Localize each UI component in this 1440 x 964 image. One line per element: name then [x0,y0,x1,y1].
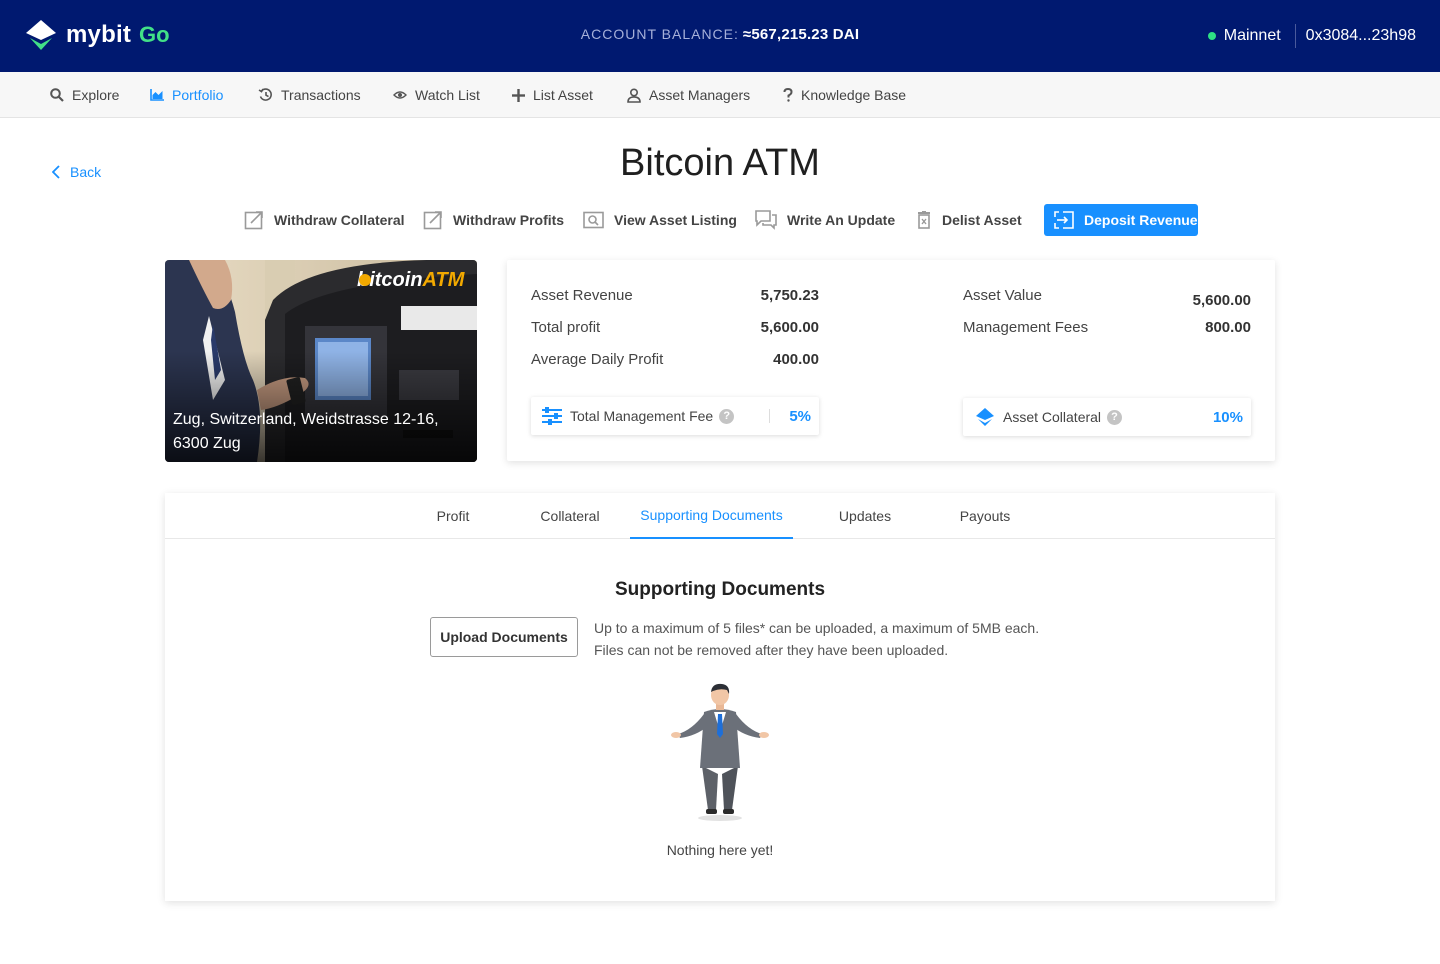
tab-payouts[interactable]: Payouts [947,493,1023,539]
asset-collateral-label: Asset Collateral [1003,409,1102,425]
balance-value: ≈567,215.23 DAI [742,26,860,43]
asset-details-panel: Profit Collateral Supporting Documents U… [165,493,1275,901]
tab-profit[interactable]: Profit [421,493,485,539]
main-nav: Explore Portfolio Transactions Watch Lis… [0,72,1440,118]
tab-updates[interactable]: Updates [825,493,905,539]
nav-item-label: Asset Managers [649,87,751,103]
asset-value-value: 5,600.00 [1192,292,1251,309]
total-profit-value: 5,600.00 [760,319,819,336]
history-icon [258,88,272,101]
average-daily-profit-value: 400.00 [773,351,819,368]
delist-asset-button[interactable]: Delist Asset [916,204,1022,236]
management-fees-value: 800.00 [1205,319,1251,336]
wallet-address[interactable]: 0x3084...23h98 [1306,27,1416,45]
asset-collateral-value: 10% [1212,408,1243,426]
chat-icon [755,210,777,230]
asset-collateral-card: Asset Collateral ? 10% [963,398,1251,436]
total-management-fee-card: Total Management Fee ? 5% [531,397,819,435]
mybit-logo-icon [976,408,994,426]
help-icon[interactable]: ? [719,408,735,424]
user-icon [627,87,641,103]
nav-item-list-asset[interactable]: List Asset [512,72,593,118]
asset-value-label: Asset Value [963,287,1042,304]
question-icon [783,88,793,102]
upload-hint-line: Up to a maximum of 5 files* can be uploa… [594,620,1040,636]
nav-item-transactions[interactable]: Transactions [258,72,361,118]
empty-state-illustration [671,683,769,821]
balance-label: ACCOUNT BALANCE: [580,26,739,42]
tab-supporting-documents[interactable]: Supporting Documents [630,493,793,539]
view-listing-icon [583,211,604,229]
write-update-button[interactable]: Write An Update [755,204,895,236]
withdraw-profits-button[interactable]: Withdraw Profits [423,204,564,236]
nav-item-knowledge-base[interactable]: Knowledge Base [783,72,906,118]
divider [1294,24,1296,48]
nav-item-label: Explore [72,87,120,103]
action-label: View Asset Listing [614,212,737,228]
upload-hint-line: Files can not be removed after they have… [594,642,949,658]
page-title: Bitcoin ATM [620,142,820,184]
asset-photo: bitcoinATM Zug, Switzerland, Weidstrasse… [165,260,477,462]
chart-icon [150,89,164,101]
empty-state-text: Nothing here yet! [666,842,774,858]
nav-item-label: Transactions [281,87,361,103]
nav-item-explore[interactable]: Explore [50,72,119,118]
plus-icon [512,88,525,102]
nav-item-watch-list[interactable]: Watch List [393,72,480,118]
divider [769,409,770,423]
help-icon[interactable]: ? [1107,409,1123,425]
eye-icon [393,91,407,99]
average-daily-profit-label: Average Daily Profit [531,351,664,368]
view-asset-listing-button[interactable]: View Asset Listing [583,204,737,236]
asset-stats-card: Asset Revenue 5,750.23 Total profit 5,60… [507,260,1275,461]
action-label: Withdraw Profits [453,212,565,228]
search-icon [50,88,64,102]
deposit-icon [1054,211,1074,229]
section-title: Supporting Documents [614,579,826,600]
management-fees-label: Management Fees [963,319,1089,336]
nav-item-portfolio[interactable]: Portfolio [150,72,223,118]
network-name: Mainnet [1223,27,1281,44]
withdraw-collateral-button[interactable]: Withdraw Collateral [244,204,405,236]
external-edit-icon [423,211,442,230]
network-status: Mainnet 0x3084...23h98 [1207,24,1416,48]
action-label: Write An Update [787,212,896,228]
asset-location: Zug, Switzerland, Weidstrasse 12-16, 630… [173,411,439,452]
action-label: Withdraw Collateral [274,212,405,228]
asset-revenue-value: 5,750.23 [760,287,819,304]
trash-icon [918,211,930,229]
nav-item-label: List Asset [533,87,593,103]
network-status-icon [1207,32,1216,40]
upload-hint: Up to a maximum of 5 files* can be uploa… [594,617,1039,661]
deposit-revenue-button[interactable]: Deposit Revenue [1044,204,1198,236]
action-label: Deposit Revenue [1084,212,1198,228]
sliders-icon [542,407,562,425]
total-profit-label: Total profit [531,319,601,336]
tab-bar: Profit Collateral Supporting Documents U… [165,493,1275,539]
tab-collateral[interactable]: Collateral [529,493,611,539]
action-label: Delist Asset [942,212,1022,228]
total-management-fee-value: 5% [789,407,811,425]
top-bar: mybit Go ACCOUNT BALANCE: ≈567,215.23 DAI… [0,0,1440,72]
upload-documents-button[interactable]: Upload Documents [430,617,578,657]
nav-item-asset-managers[interactable]: Asset Managers [627,72,750,118]
total-management-fee-label: Total Management Fee [570,408,714,424]
external-edit-icon [244,211,263,230]
nav-item-label: Knowledge Base [801,87,907,103]
nav-item-label: Portfolio [172,87,224,103]
nav-item-label: Watch List [415,87,480,103]
asset-revenue-label: Asset Revenue [531,287,633,304]
